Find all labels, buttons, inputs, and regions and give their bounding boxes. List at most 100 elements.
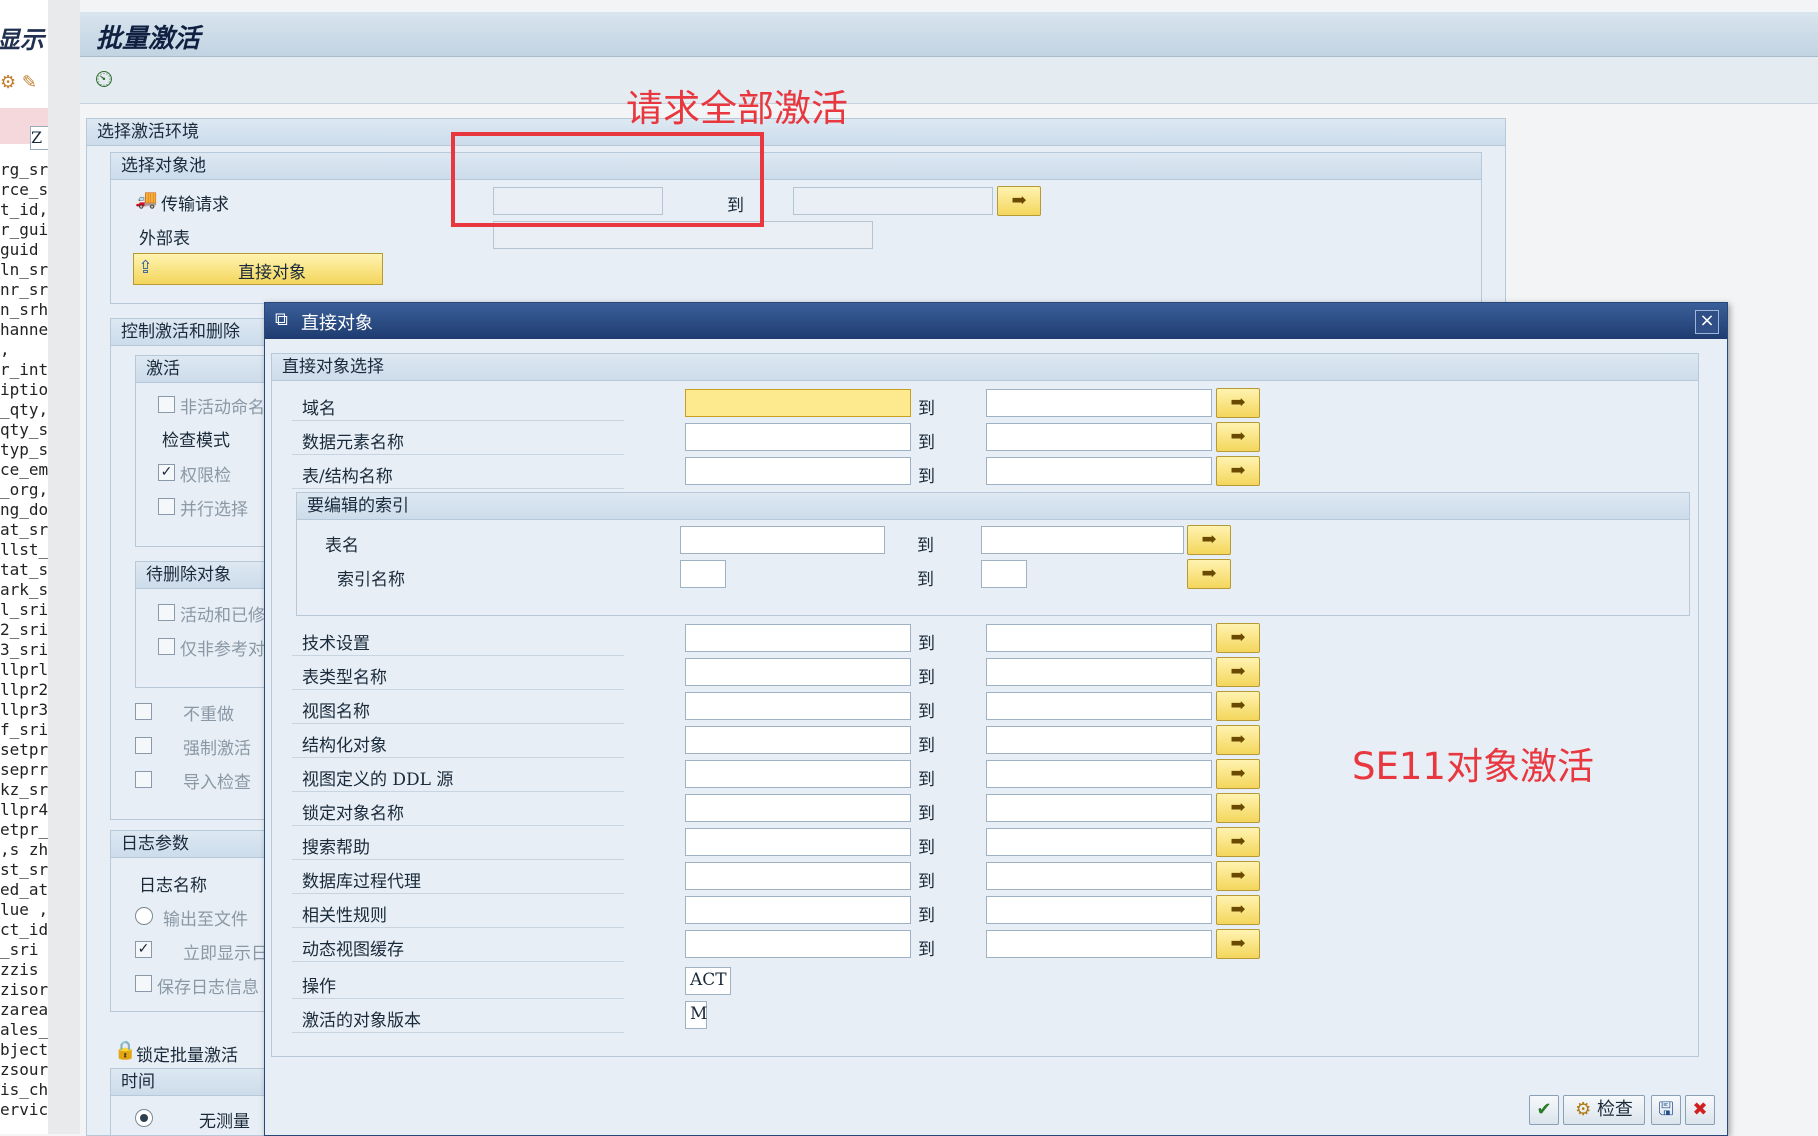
check-button-label: 检查 (1596, 1099, 1633, 1120)
code-line: llpr2 (0, 680, 49, 699)
row-from-input[interactable] (685, 760, 911, 788)
table-structure-from-input[interactable] (685, 457, 911, 485)
index-table-to-input[interactable] (981, 526, 1184, 554)
row-separator (292, 927, 624, 928)
row-multi-select-button[interactable]: ➡ (1216, 623, 1260, 653)
direct-objects-button[interactable]: ⇪ 直接对象 (133, 253, 383, 285)
transport-multi-select-button[interactable]: ➡ (997, 186, 1041, 216)
row-multi-select-button[interactable]: ➡ (1216, 657, 1260, 687)
no-redo-checkbox[interactable] (135, 703, 152, 720)
code-line: tat_s (0, 560, 49, 579)
code-line: zarea (0, 1000, 49, 1019)
force-checkbox[interactable] (135, 737, 152, 754)
row-multi-select-button[interactable]: ➡ (1216, 793, 1260, 823)
background-z-field[interactable]: Z (30, 126, 48, 150)
row-to-input[interactable] (986, 760, 1212, 788)
row-separator (292, 825, 624, 826)
data-element-from-input[interactable] (685, 423, 911, 451)
index-table-multi-select-button[interactable]: ➡ (1187, 525, 1231, 555)
execute-clock-icon[interactable]: ⏲ (90, 65, 118, 93)
import-check-checkbox[interactable] (135, 771, 152, 788)
row-to-input[interactable] (986, 726, 1212, 754)
check-button[interactable]: ⚙ 检查 (1563, 1095, 1645, 1125)
row-from-input[interactable] (685, 726, 911, 754)
row-to-input[interactable] (986, 794, 1212, 822)
table-structure-to-input[interactable] (986, 457, 1212, 485)
data-element-multi-select-button[interactable]: ➡ (1216, 422, 1260, 452)
code-line: nr_sr (0, 280, 49, 299)
parallel-checkbox[interactable] (158, 498, 175, 515)
row-from-input[interactable] (685, 794, 911, 822)
dialog-close-button[interactable]: × (1695, 310, 1719, 334)
row-to-input[interactable] (986, 930, 1212, 958)
index-table-from-input[interactable] (680, 526, 885, 554)
row-multi-select-button[interactable]: ➡ (1216, 929, 1260, 959)
code-line: rg_sr (0, 160, 49, 179)
show-log-now-checkbox[interactable]: ✓ (135, 941, 152, 958)
row-from-input[interactable] (685, 624, 911, 652)
row-multi-select-button[interactable]: ➡ (1216, 861, 1260, 891)
row-to-input[interactable] (986, 658, 1212, 686)
annotation-red-box (451, 132, 764, 227)
index-name-from-input[interactable] (680, 560, 726, 588)
multi-select-arrow-icon: ➡ (1230, 831, 1246, 852)
cancel-button[interactable]: ✖ (1685, 1095, 1715, 1125)
save-button[interactable]: 🖫 (1651, 1095, 1681, 1125)
row-multi-select-button[interactable]: ➡ (1216, 725, 1260, 755)
code-line: typ_s (0, 440, 49, 459)
active-changed-checkbox[interactable] (158, 604, 175, 621)
row-to-label: 到 (918, 804, 935, 824)
row-to-input[interactable] (986, 896, 1212, 924)
row-to-label: 到 (918, 838, 935, 858)
background-editor-strip: 显示 ⚙ ✎ Z rg_sr rce_s t_id, r_gui guid ln_sr nr… (0, 0, 49, 1134)
data-element-to-input[interactable] (986, 423, 1212, 451)
operation-label: 操作 (302, 977, 336, 997)
operation-input[interactable]: ACT (685, 967, 731, 995)
row-multi-select-button[interactable]: ➡ (1216, 827, 1260, 857)
output-to-file-radio[interactable] (135, 907, 153, 925)
table-structure-multi-select-button[interactable]: ➡ (1216, 456, 1260, 486)
no-measure-radio[interactable] (135, 1109, 153, 1127)
non-ref-checkbox[interactable] (158, 638, 175, 655)
row-from-input[interactable] (685, 658, 911, 686)
save-log-checkbox[interactable] (135, 975, 152, 992)
index-name-to-label: 到 (917, 570, 934, 590)
row-from-input[interactable] (685, 862, 911, 890)
row-from-input[interactable] (685, 896, 911, 924)
direct-selection-section: 直接对象选择 域名 到 ➡ 数据元素名称 到 ➡ 表/结构名称 到 ➡ 要编辑的… (271, 353, 1699, 1057)
row-label: 数据库过程代理 (302, 872, 421, 892)
code-line: , (0, 340, 10, 359)
index-name-to-input[interactable] (981, 560, 1027, 588)
row-label: 结构化对象 (302, 736, 387, 756)
execute-button[interactable]: ✔ (1529, 1095, 1559, 1125)
row-to-input[interactable] (986, 862, 1212, 890)
domain-multi-select-button[interactable]: ➡ (1216, 388, 1260, 418)
code-line: _qty, (0, 400, 49, 419)
index-group-title: 要编辑的索引 (297, 493, 1689, 520)
row-separator (292, 757, 624, 758)
index-name-multi-select-button[interactable]: ➡ (1187, 559, 1231, 589)
row-multi-select-button[interactable]: ➡ (1216, 895, 1260, 925)
auth-check-checkbox[interactable]: ✓ (158, 464, 175, 481)
domain-from-input[interactable] (685, 389, 911, 417)
multi-select-arrow-icon: ➡ (1230, 729, 1246, 750)
code-line: f_sri (0, 720, 49, 739)
row-multi-select-button[interactable]: ➡ (1216, 759, 1260, 789)
multi-select-arrow-icon: ➡ (1230, 627, 1246, 648)
row-multi-select-button[interactable]: ➡ (1216, 691, 1260, 721)
row-to-input[interactable] (986, 828, 1212, 856)
row-from-input[interactable] (685, 828, 911, 856)
code-line: bject (0, 1040, 49, 1059)
domain-to-input[interactable] (986, 389, 1212, 417)
transport-to-input[interactable] (793, 187, 993, 215)
row-from-input[interactable] (685, 930, 911, 958)
inactive-name-checkbox[interactable] (158, 396, 175, 413)
multi-select-arrow-icon: ➡ (1230, 797, 1246, 818)
code-line: iptio (0, 380, 49, 399)
row-from-input[interactable] (685, 692, 911, 720)
row-to-input[interactable] (986, 624, 1212, 652)
multi-select-arrow-icon: ➡ (1201, 529, 1217, 550)
row-separator (292, 893, 624, 894)
version-input[interactable]: M (685, 1001, 707, 1029)
row-to-input[interactable] (986, 692, 1212, 720)
